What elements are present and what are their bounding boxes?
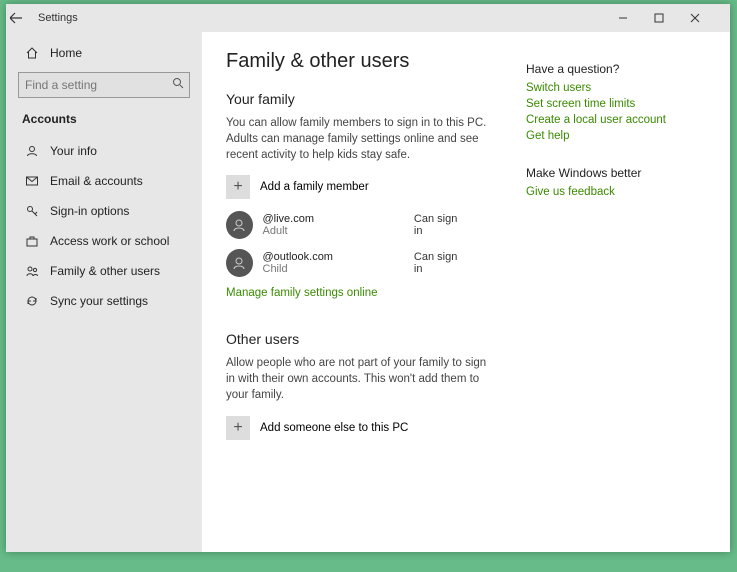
manage-family-link[interactable]: Manage family settings online: [226, 287, 496, 299]
maximize-button[interactable]: [654, 13, 690, 23]
home-nav[interactable]: Home: [6, 40, 202, 66]
people-icon: [22, 264, 42, 278]
settings-window: Settings Home Acco: [6, 4, 730, 552]
add-other-user-button[interactable]: + Add someone else to this PC: [226, 416, 496, 440]
sidebar-item-email-accounts[interactable]: Email & accounts: [6, 166, 202, 196]
sidebar-item-signin-options[interactable]: Sign-in options: [6, 196, 202, 226]
have-question-heading: Have a question?: [526, 62, 706, 76]
add-other-label: Add someone else to this PC: [260, 422, 408, 434]
member-role: Child: [263, 263, 414, 275]
section-label: Accounts: [6, 108, 202, 136]
search-input[interactable]: [18, 72, 190, 98]
your-family-desc: You can allow family members to sign in …: [226, 115, 496, 163]
plus-icon: +: [226, 175, 250, 199]
avatar-icon: [226, 249, 253, 277]
sync-icon: [22, 294, 42, 308]
window-title: Settings: [38, 12, 78, 24]
sidebar-item-your-info[interactable]: Your info: [6, 136, 202, 166]
family-member-row[interactable]: @live.com Adult Can sign in: [226, 211, 496, 239]
user-icon: [22, 144, 42, 158]
nav-label: Access work or school: [50, 234, 169, 248]
member-role: Adult: [263, 225, 414, 237]
family-member-row[interactable]: @outlook.com Child Can sign in: [226, 249, 496, 277]
page-title: Family & other users: [226, 50, 496, 73]
other-users-heading: Other users: [226, 331, 496, 347]
member-status: Can sign in: [414, 213, 466, 237]
home-icon: [22, 46, 42, 60]
nav-label: Email & accounts: [50, 174, 143, 188]
other-users-desc: Allow people who are not part of your fa…: [226, 355, 496, 403]
feedback-link[interactable]: Give us feedback: [526, 186, 706, 198]
help-link-get-help[interactable]: Get help: [526, 130, 706, 142]
plus-icon: +: [226, 416, 250, 440]
help-link-switch-users[interactable]: Switch users: [526, 82, 706, 94]
nav-list: Your info Email & accounts Sign-in optio…: [6, 136, 202, 316]
close-button[interactable]: [690, 13, 726, 23]
mail-icon: [22, 174, 42, 188]
help-link-screen-time[interactable]: Set screen time limits: [526, 98, 706, 110]
aside-column: Have a question? Switch users Set screen…: [526, 50, 706, 552]
add-family-member-button[interactable]: + Add a family member: [226, 175, 496, 199]
sidebar-item-family-other-users[interactable]: Family & other users: [6, 256, 202, 286]
home-label: Home: [50, 46, 82, 60]
titlebar: Settings: [6, 4, 730, 32]
search-wrap: [18, 72, 190, 98]
help-link-create-local-user[interactable]: Create a local user account: [526, 114, 706, 126]
minimize-button[interactable]: [618, 13, 654, 23]
add-family-label: Add a family member: [260, 181, 369, 193]
nav-label: Family & other users: [50, 264, 160, 278]
make-windows-better-heading: Make Windows better: [526, 166, 706, 180]
main-column: Family & other users Your family You can…: [226, 50, 496, 552]
nav-label: Your info: [50, 144, 97, 158]
key-icon: [22, 204, 42, 218]
member-email: @live.com: [263, 213, 414, 225]
nav-label: Sign-in options: [50, 204, 129, 218]
back-button[interactable]: [10, 12, 34, 24]
sidebar: Home Accounts Your info Email & accounts: [6, 32, 202, 552]
content: Family & other users Your family You can…: [202, 32, 730, 552]
avatar-icon: [226, 211, 253, 239]
nav-label: Sync your settings: [50, 294, 148, 308]
sidebar-item-sync-settings[interactable]: Sync your settings: [6, 286, 202, 316]
member-email: @outlook.com: [263, 251, 414, 263]
search-icon: [172, 77, 184, 89]
briefcase-icon: [22, 234, 42, 248]
member-status: Can sign in: [414, 251, 466, 275]
sidebar-item-access-work-school[interactable]: Access work or school: [6, 226, 202, 256]
your-family-heading: Your family: [226, 91, 496, 107]
